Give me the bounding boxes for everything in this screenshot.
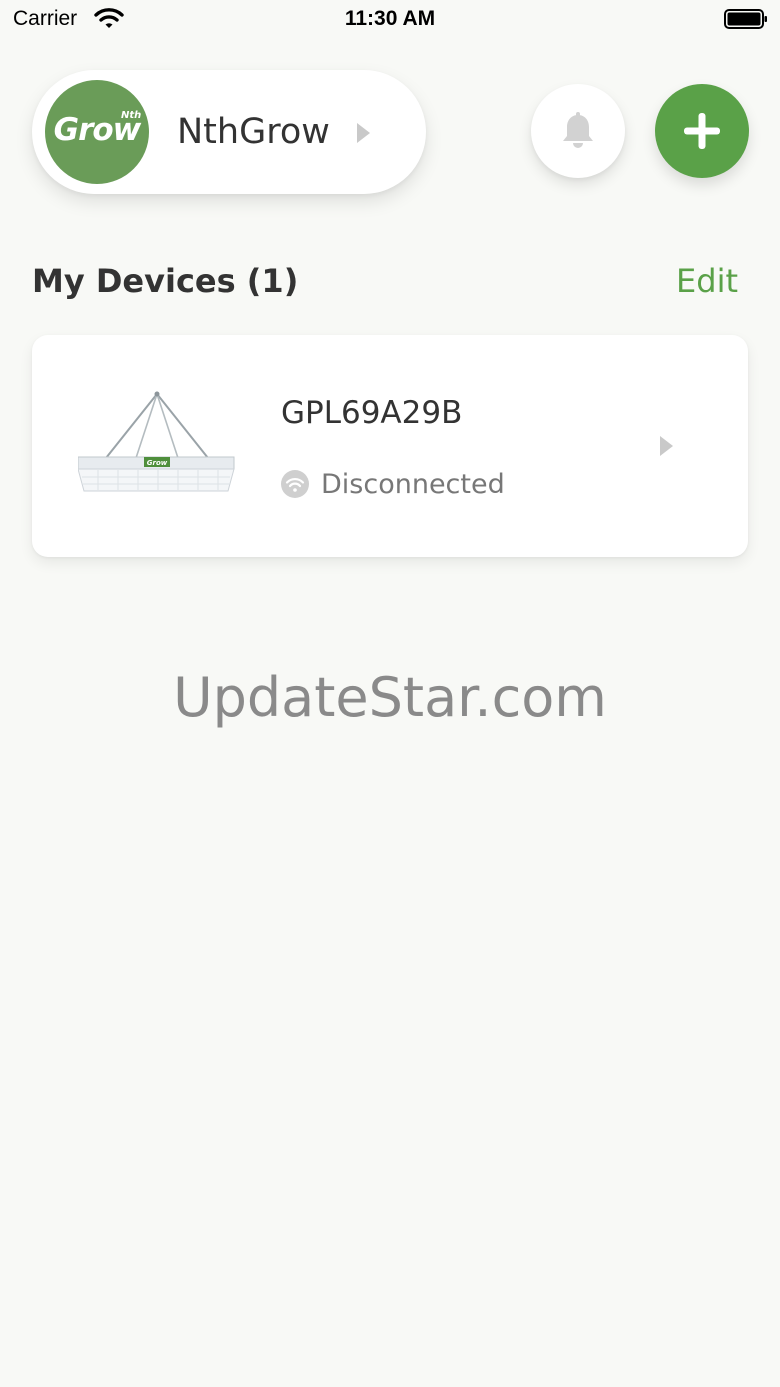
status-bar: Carrier 11:30 AM <box>0 0 780 40</box>
status-time: 11:30 AM <box>344 7 436 30</box>
bell-icon <box>563 112 593 148</box>
chevron-right-icon <box>357 123 370 143</box>
plus-icon <box>684 113 720 149</box>
wifi-off-icon <box>281 470 309 498</box>
brand-selector[interactable]: Grow Nth NthGrow <box>32 70 426 194</box>
device-card[interactable]: Grow GPL69A29B Disconnected <box>32 335 748 557</box>
battery-icon <box>724 9 767 29</box>
notifications-button[interactable] <box>531 84 625 178</box>
brand-logo-superscript: Nth <box>121 110 142 121</box>
device-status: Disconnected <box>321 469 505 500</box>
app-screen: Carrier 11:30 AM Grow Nth NthGrow My Dev… <box>0 0 780 1387</box>
my-devices-title: My Devices (1) <box>32 262 299 300</box>
brand-name: NthGrow <box>177 112 330 152</box>
watermark: UpdateStar.com <box>173 666 607 729</box>
add-device-button[interactable] <box>655 84 749 178</box>
brand-logo: Grow Nth <box>45 80 149 184</box>
grow-light-image: Grow <box>78 391 235 492</box>
device-name: GPL69A29B <box>281 395 463 431</box>
device-image-badge: Grow <box>147 459 168 467</box>
chevron-right-icon <box>660 436 673 456</box>
edit-button[interactable]: Edit <box>676 262 738 300</box>
